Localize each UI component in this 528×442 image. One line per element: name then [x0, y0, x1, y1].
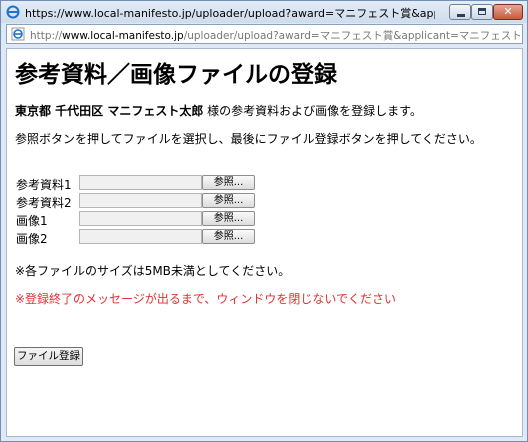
browse-button[interactable]: 参照... [202, 193, 255, 208]
browse-button[interactable]: 参照... [202, 175, 255, 190]
warning-text: ※登録終了のメッセージが出るまで、ウィンドウを閉じないでください [15, 292, 396, 306]
url-path: /uploader/upload?award=マニフェスト賞&applicant… [183, 30, 520, 42]
file-path-field[interactable] [79, 211, 202, 226]
maximize-button[interactable] [471, 4, 493, 20]
file-label: 画像1 [16, 214, 48, 228]
page-title: 参考資料／画像ファイルの登録 [15, 62, 337, 88]
file-path-field[interactable] [79, 193, 202, 208]
browse-button[interactable]: 参照... [202, 229, 255, 244]
browse-button[interactable]: 参照... [202, 211, 255, 226]
applicant-line: 東京都 千代田区 マニフェスト太郎 様の参考資料および画像を登録します。 [15, 102, 422, 119]
url-prefix: http:// [30, 30, 63, 42]
minimize-button[interactable] [449, 4, 471, 20]
window-title: https://www.local-manifesto.jp/uploader/… [25, 7, 435, 20]
close-button[interactable]: ✕ [493, 4, 523, 20]
title-bar: https://www.local-manifesto.jp/uploader/… [1, 1, 527, 23]
file-label: 画像2 [16, 232, 48, 246]
applicant-suffix: 様の参考資料および画像を登録します。 [203, 104, 422, 118]
file-register-button[interactable]: ファイル登録 [14, 347, 83, 366]
ie-page-icon [6, 5, 20, 19]
close-icon: ✕ [503, 5, 513, 18]
maximize-icon [478, 8, 486, 15]
ie-address-icon [11, 27, 25, 41]
address-url: http://www.local-manifesto.jp/uploader/u… [30, 28, 520, 43]
address-bar[interactable]: http://www.local-manifesto.jp/uploader/u… [6, 24, 523, 44]
applicant-name: 東京都 千代田区 マニフェスト太郎 [15, 104, 204, 118]
page-content: 参考資料／画像ファイルの登録 東京都 千代田区 マニフェスト太郎 様の参考資料お… [6, 48, 523, 437]
file-label: 参考資料2 [16, 196, 72, 210]
file-path-field[interactable] [79, 175, 202, 190]
instruction-text: 参照ボタンを押してファイルを選択し、最後にファイル登録ボタンを押してください。 [15, 132, 482, 146]
size-note: ※各ファイルのサイズは5MB未満としてください。 [15, 264, 291, 278]
file-label: 参考資料1 [16, 178, 72, 192]
minimize-icon [457, 14, 465, 17]
file-path-field[interactable] [79, 229, 202, 244]
url-host: www.local-manifesto.jp [62, 30, 184, 42]
browser-window: https://www.local-manifesto.jp/uploader/… [0, 0, 528, 442]
